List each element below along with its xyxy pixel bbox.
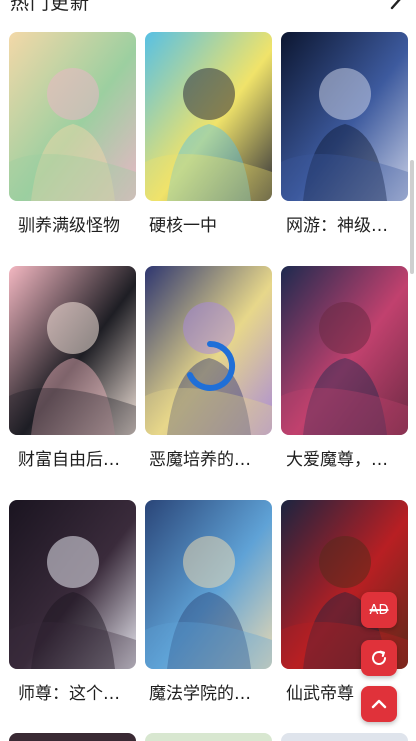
scrollbar[interactable] [410, 160, 414, 274]
section-title: 热门更新 [10, 0, 91, 14]
ad-toggle-button[interactable]: AD [361, 592, 397, 628]
refresh-icon [369, 648, 389, 668]
comic-card[interactable]: 师尊：这个… [9, 500, 137, 705]
comic-card[interactable]: 网游：神级… [281, 32, 409, 237]
comic-title[interactable]: 大爱魔尊，… [286, 445, 416, 470]
refresh-button[interactable] [361, 640, 397, 676]
comic-cover-image[interactable] [145, 500, 272, 669]
section-header: 热门更新 [0, 0, 416, 14]
comic-cover-image[interactable] [145, 733, 272, 741]
back-to-top-button[interactable] [361, 686, 397, 722]
comic-cover-image[interactable] [281, 32, 408, 201]
comic-cover-image[interactable] [9, 500, 136, 669]
comic-title[interactable]: 硬核一中 [149, 211, 281, 236]
comic-cover-image[interactable] [9, 32, 136, 201]
loading-spinner-icon [183, 339, 237, 393]
comic-cover-image[interactable] [281, 266, 408, 435]
ad-label: AD [369, 602, 389, 618]
comic-title[interactable]: 恶魔培养的… [149, 445, 281, 470]
chevron-up-icon [369, 694, 389, 714]
comic-title[interactable]: 驯养满级怪物 [18, 211, 150, 236]
comic-title[interactable]: 网游：神级… [286, 211, 416, 236]
comic-cover-image[interactable] [9, 266, 136, 435]
comic-card[interactable]: 驯养满级怪物 [9, 32, 137, 237]
comic-cover-image[interactable] [145, 32, 272, 201]
comic-cover-image[interactable] [9, 733, 136, 741]
comic-card[interactable]: 财富自由后… [9, 266, 137, 471]
comic-title[interactable]: 财富自由后… [18, 445, 150, 470]
chevron-right-icon[interactable] [386, 0, 406, 10]
comic-card[interactable]: 硬核一中 [145, 32, 273, 237]
comic-card[interactable]: 大爱魔尊，… [281, 266, 409, 471]
comic-title[interactable]: 师尊：这个… [18, 679, 150, 704]
comic-title[interactable]: 魔法学院的… [149, 679, 281, 704]
comic-cover-image[interactable] [281, 733, 408, 741]
comic-card[interactable]: 魔法学院的… [145, 500, 273, 705]
